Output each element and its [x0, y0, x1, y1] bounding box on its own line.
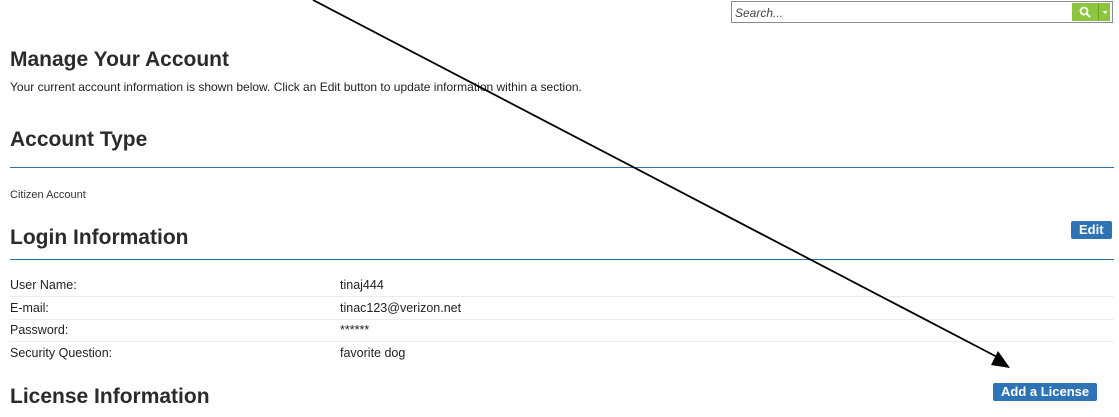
search-button[interactable] — [1072, 3, 1098, 21]
section-divider — [10, 167, 1114, 168]
field-value: tinaj444 — [340, 278, 384, 292]
field-value: favorite dog — [340, 346, 406, 360]
search-icon — [1072, 6, 1098, 18]
field-value: ****** — [340, 323, 370, 337]
field-label: Password: — [10, 323, 69, 337]
search-box — [731, 1, 1113, 23]
field-label: E-mail: — [10, 301, 49, 315]
account-type-value: Citizen Account — [10, 189, 86, 201]
field-label: Security Question: — [10, 346, 113, 360]
row-divider — [10, 341, 1114, 342]
row-divider — [10, 319, 1114, 320]
search-input[interactable] — [735, 4, 1035, 21]
field-value: tinac123@verizon.net — [340, 301, 462, 315]
arrowhead-icon — [991, 351, 1010, 368]
page-title: Manage Your Account — [10, 48, 229, 71]
login-information-heading: Login Information — [10, 226, 189, 249]
add-license-button[interactable]: Add a License — [993, 383, 1098, 401]
row-divider — [10, 296, 1114, 297]
license-information-heading: License Information — [10, 385, 210, 408]
page-intro: Your current account information is show… — [10, 80, 582, 94]
field-label: User Name: — [10, 278, 77, 292]
section-divider — [10, 259, 1114, 260]
search-options-dropdown[interactable] — [1098, 3, 1110, 21]
edit-login-button[interactable]: Edit — [1071, 221, 1112, 239]
chevron-down-icon — [1099, 3, 1110, 21]
account-type-heading: Account Type — [10, 128, 148, 151]
